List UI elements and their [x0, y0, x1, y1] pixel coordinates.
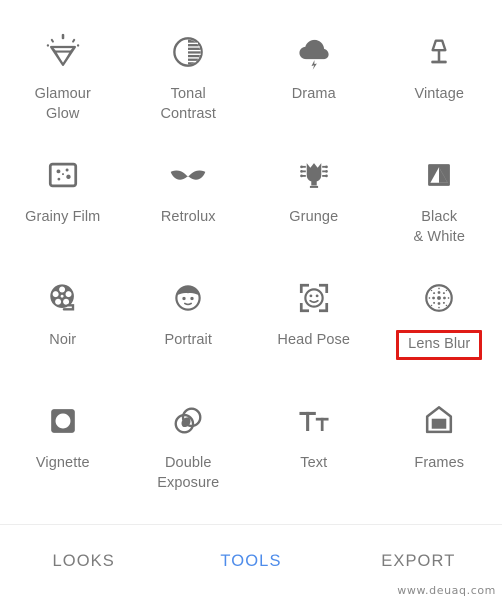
- tool-item-vignette[interactable]: Vignette: [0, 383, 126, 506]
- tool-label: Frames: [414, 455, 465, 471]
- tool-label: Black & White: [413, 209, 465, 245]
- vignette-square-icon: [41, 399, 85, 443]
- tool-item-frames[interactable]: Frames: [377, 383, 502, 506]
- nav-tab-tools[interactable]: TOOLS: [167, 525, 334, 571]
- tool-label: Vintage: [414, 86, 465, 102]
- tool-item-glamour-glow[interactable]: Glamour Glow: [0, 14, 126, 137]
- lens-blur-dots-icon: [417, 276, 461, 320]
- face-frame-icon: [292, 276, 336, 320]
- tool-item-black-white[interactable]: Black & White: [377, 137, 502, 260]
- tool-label: Noir: [49, 332, 77, 348]
- table-lamp-icon: [417, 30, 461, 74]
- tool-item-grunge[interactable]: Grunge: [251, 137, 377, 260]
- tool-label: Double Exposure: [157, 455, 220, 491]
- grain-square-icon: [41, 153, 85, 197]
- tool-item-lens-blur[interactable]: Lens Blur: [377, 260, 502, 383]
- tool-label: Glamour Glow: [34, 86, 91, 122]
- diamond-sparkle-icon: [41, 30, 85, 74]
- nav-tab-export[interactable]: EXPORT: [335, 525, 502, 571]
- text-tt-icon: [292, 399, 336, 443]
- half-circle-contrast-icon: [166, 30, 210, 74]
- tool-label: Text: [300, 455, 328, 471]
- tool-item-double-exposure[interactable]: Double Exposure: [126, 383, 252, 506]
- tool-label-highlighted: Lens Blur: [396, 330, 483, 360]
- tool-item-retrolux[interactable]: Retrolux: [126, 137, 252, 260]
- tool-item-head-pose[interactable]: Head Pose: [251, 260, 377, 383]
- tool-label: Grunge: [289, 209, 339, 225]
- tool-label: Grainy Film: [25, 209, 101, 225]
- tool-item-text[interactable]: Text: [251, 383, 377, 506]
- picture-frame-icon: [417, 399, 461, 443]
- tool-item-noir[interactable]: Noir: [0, 260, 126, 383]
- tool-item-vintage[interactable]: Vintage: [377, 14, 502, 137]
- tool-item-portrait[interactable]: Portrait: [126, 260, 252, 383]
- face-portrait-icon: [166, 276, 210, 320]
- tools-grid: Glamour Glow Tonal Contrast Drama Vintage: [0, 0, 502, 506]
- snapseed-tools-screen: Glamour Glow Tonal Contrast Drama Vintage: [0, 0, 502, 601]
- tool-label: Drama: [291, 86, 336, 102]
- tool-label: Portrait: [164, 332, 213, 348]
- moustache-icon: [166, 153, 210, 197]
- watermark: www.deuaq.com: [397, 584, 496, 597]
- tool-label: Retrolux: [160, 209, 216, 225]
- tool-item-drama[interactable]: Drama: [251, 14, 377, 137]
- storm-cloud-icon: [292, 30, 336, 74]
- tool-label: Head Pose: [277, 332, 351, 348]
- film-reel-icon: [41, 276, 85, 320]
- tool-item-tonal-contrast[interactable]: Tonal Contrast: [126, 14, 252, 137]
- tool-label: Vignette: [35, 455, 90, 471]
- black-white-square-icon: [417, 153, 461, 197]
- nav-tab-looks[interactable]: LOOKS: [0, 525, 167, 571]
- tool-item-grainy-film[interactable]: Grainy Film: [0, 137, 126, 260]
- tool-label: Tonal Contrast: [160, 86, 217, 122]
- guitar-headstock-icon: [292, 153, 336, 197]
- double-exposure-circles-icon: [166, 399, 210, 443]
